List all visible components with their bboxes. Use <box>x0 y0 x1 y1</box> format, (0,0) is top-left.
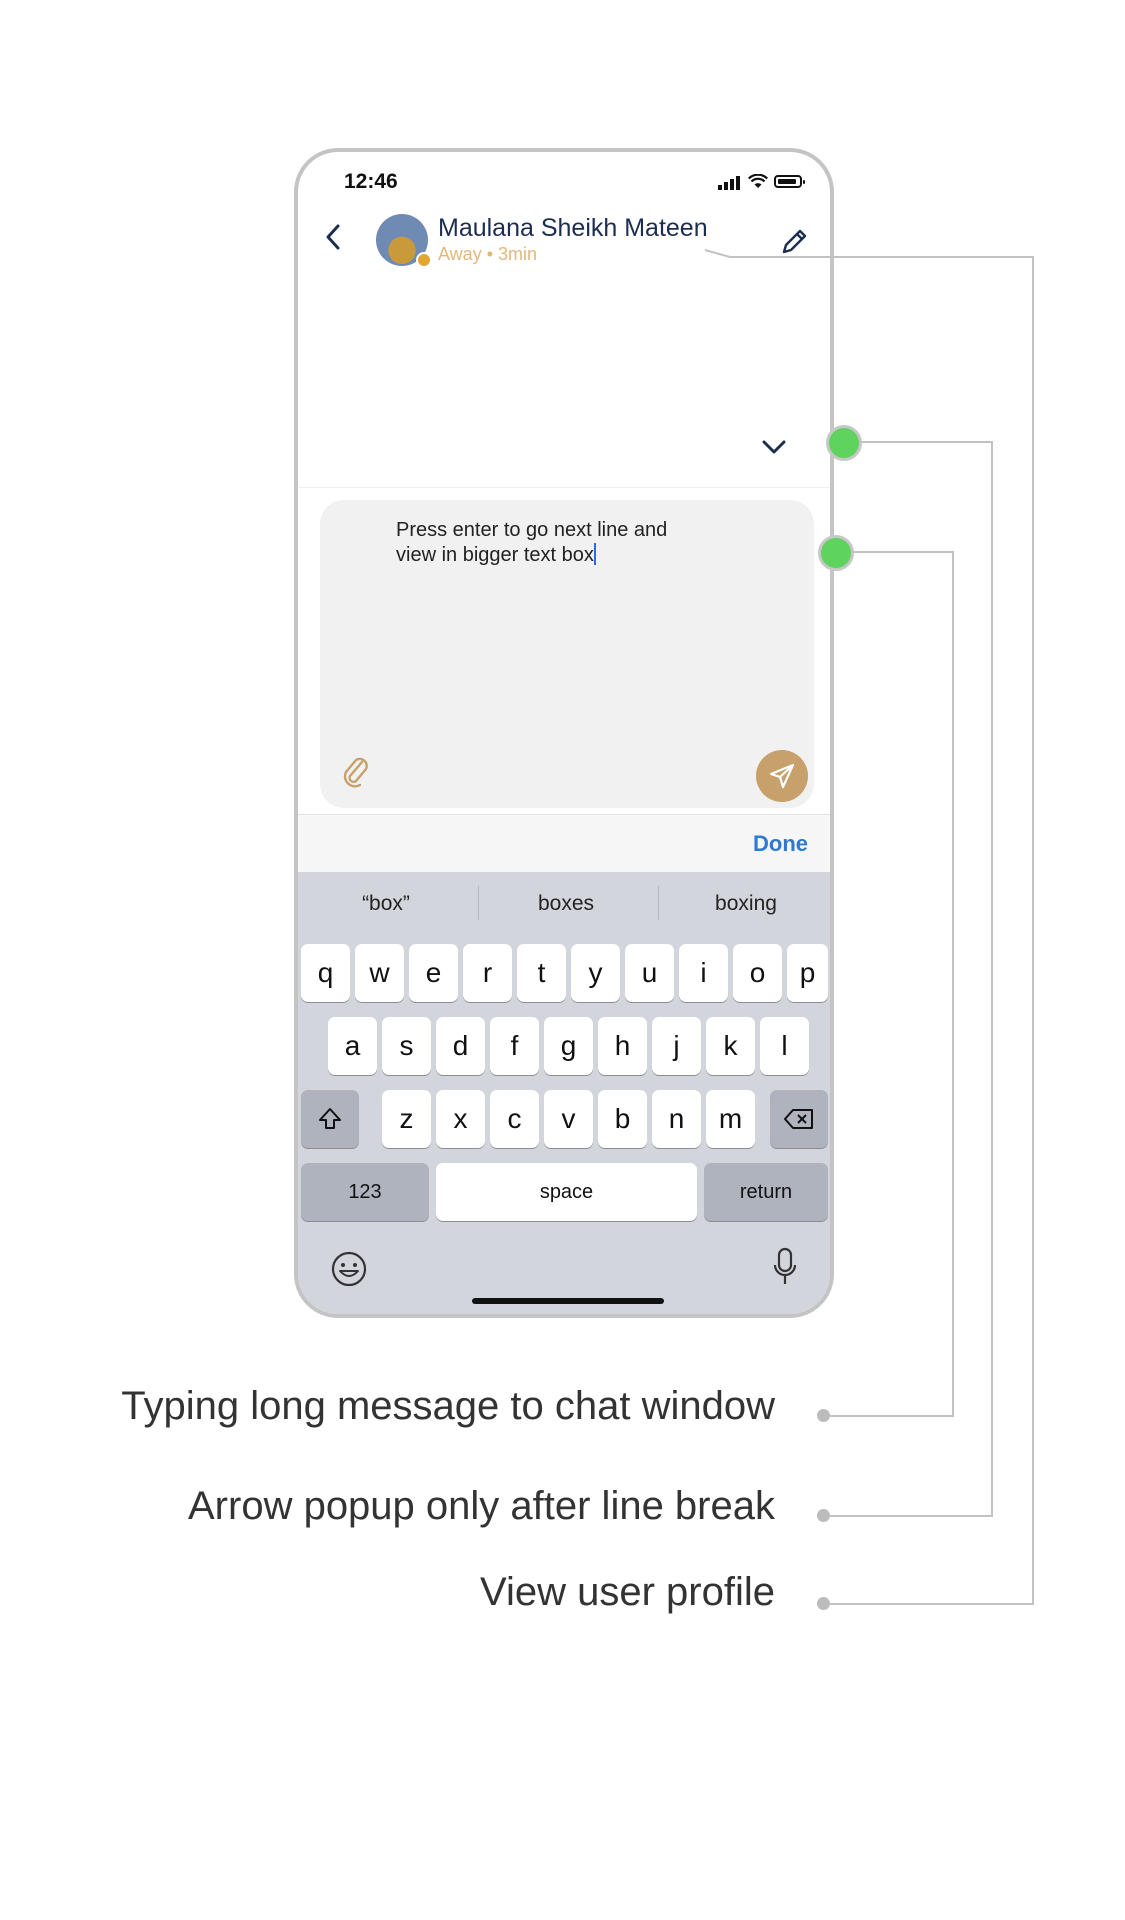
key[interactable]: t <box>517 944 566 1002</box>
delete-key[interactable] <box>770 1090 828 1148</box>
callout-marker <box>826 425 862 461</box>
connector-line <box>991 441 993 1517</box>
key[interactable]: a <box>328 1017 377 1075</box>
key[interactable]: c <box>490 1090 539 1148</box>
callout-dot <box>817 1509 830 1522</box>
key[interactable]: e <box>409 944 458 1002</box>
shift-key[interactable] <box>301 1090 359 1148</box>
key[interactable]: q <box>301 944 350 1002</box>
key[interactable]: s <box>382 1017 431 1075</box>
key[interactable]: k <box>706 1017 755 1075</box>
key[interactable]: j <box>652 1017 701 1075</box>
input-accessory-toolbar: Done <box>298 814 830 873</box>
callout-dot <box>817 1409 830 1422</box>
contact-name[interactable]: Maulana Sheikh Mateen <box>438 214 708 243</box>
key[interactable]: g <box>544 1017 593 1075</box>
key[interactable]: l <box>760 1017 809 1075</box>
key[interactable]: o <box>733 944 782 1002</box>
backspace-icon <box>784 1109 813 1129</box>
back-arrow-icon[interactable] <box>324 222 342 252</box>
key[interactable]: x <box>436 1090 485 1148</box>
suggestion-item[interactable]: “box” <box>298 892 474 916</box>
status-icons <box>718 172 805 190</box>
suggestion-item[interactable]: boxes <box>478 892 654 916</box>
key[interactable]: f <box>490 1017 539 1075</box>
key[interactable]: r <box>463 944 512 1002</box>
numbers-key[interactable]: 123 <box>301 1163 429 1221</box>
key[interactable]: u <box>625 944 674 1002</box>
suggestion-item[interactable]: boxing <box>658 892 830 916</box>
key[interactable]: y <box>571 944 620 1002</box>
connector-line <box>1032 256 1034 1605</box>
chevron-down-icon[interactable] <box>760 438 788 456</box>
phone-frame: 12:46 Maulana Sheikh Mateen Away • 3min … <box>294 148 834 1318</box>
connector-line <box>859 441 993 443</box>
key[interactable]: z <box>382 1090 431 1148</box>
key[interactable]: n <box>652 1090 701 1148</box>
key[interactable]: b <box>598 1090 647 1148</box>
connector-line <box>952 551 954 1417</box>
profile-connector <box>704 249 1033 258</box>
microphone-icon[interactable] <box>772 1246 798 1288</box>
home-indicator <box>472 1298 664 1304</box>
key[interactable]: h <box>598 1017 647 1075</box>
keyboard: “box” boxes boxing q w e r t y u i o p a… <box>298 872 830 1314</box>
battery-icon <box>774 174 805 188</box>
send-icon <box>769 763 795 789</box>
key[interactable]: m <box>706 1090 755 1148</box>
divider <box>298 487 830 488</box>
contact-status: Away • 3min <box>438 244 538 264</box>
callout-typing: Typing long message to chat window <box>121 1384 775 1428</box>
message-line: Press enter to go next line and <box>396 519 668 541</box>
message-composer[interactable]: Press enter to go next line and view in … <box>320 500 814 808</box>
callout-arrow: Arrow popup only after line break <box>188 1484 775 1528</box>
key[interactable]: i <box>679 944 728 1002</box>
presence-indicator <box>416 252 432 268</box>
message-input[interactable]: Press enter to go next line and view in … <box>396 518 726 568</box>
key[interactable]: w <box>355 944 404 1002</box>
callout-profile: View user profile <box>480 1570 775 1614</box>
key[interactable]: v <box>544 1090 593 1148</box>
done-button[interactable]: Done <box>753 831 808 857</box>
shift-icon <box>319 1108 341 1129</box>
send-button[interactable] <box>756 750 808 802</box>
return-key[interactable]: return <box>704 1163 828 1221</box>
paperclip-icon[interactable] <box>340 754 370 788</box>
text-cursor <box>593 543 596 565</box>
space-key[interactable]: space <box>436 1163 697 1221</box>
connector-line <box>830 1415 954 1417</box>
connector-line <box>830 1603 1034 1605</box>
key[interactable]: d <box>436 1017 485 1075</box>
connector-line <box>851 551 954 553</box>
connector-line <box>830 1515 993 1517</box>
signal-icon <box>718 172 742 190</box>
callout-marker <box>818 535 854 571</box>
status-time: 12:46 <box>344 170 398 193</box>
message-line: view in bigger text box <box>396 544 594 566</box>
emoji-icon[interactable] <box>330 1250 368 1288</box>
wifi-icon <box>748 173 768 188</box>
callout-dot <box>817 1597 830 1610</box>
key[interactable]: p <box>787 944 828 1002</box>
